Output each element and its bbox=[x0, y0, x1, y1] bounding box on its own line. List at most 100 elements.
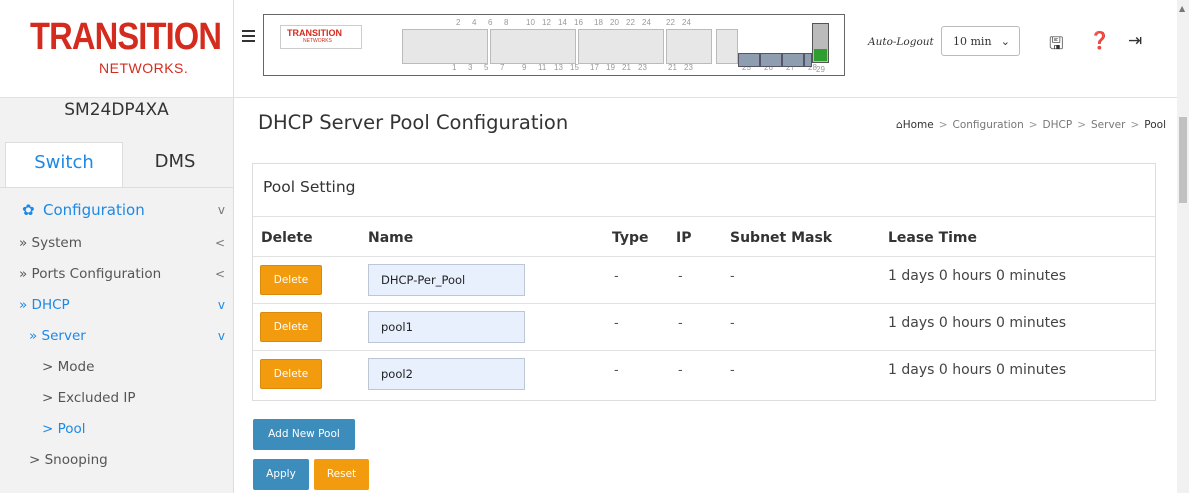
sidebar-item-server[interactable]: » Server v bbox=[0, 321, 233, 352]
sidebar-item-label: » DHCP bbox=[19, 297, 70, 313]
page-scrollbar[interactable]: ▲ bbox=[1177, 0, 1189, 493]
panel-logo-sub: NETWORKS bbox=[303, 38, 332, 44]
column-header-ip: IP bbox=[676, 230, 692, 246]
help-icon[interactable]: ❓ bbox=[1089, 31, 1110, 51]
sidebar-item-label: Configuration bbox=[43, 201, 145, 219]
delete-button[interactable]: Delete bbox=[260, 265, 322, 295]
sidebar-item-label: > Pool bbox=[42, 421, 86, 437]
port-group-1[interactable] bbox=[402, 29, 488, 64]
port-group-3[interactable] bbox=[578, 29, 664, 64]
reset-button[interactable]: Reset bbox=[314, 459, 369, 490]
chevron-down-icon: v bbox=[217, 203, 225, 217]
port-29-link-up[interactable] bbox=[812, 23, 829, 63]
add-new-pool-button[interactable]: Add New Pool bbox=[253, 419, 355, 450]
port-label: 8 bbox=[504, 18, 509, 27]
scroll-up-arrow-icon[interactable]: ▲ bbox=[1179, 4, 1185, 13]
hamburger-menu-icon[interactable] bbox=[242, 30, 255, 45]
pool-name-input[interactable]: pool1 bbox=[368, 311, 525, 343]
breadcrumb-pool: Pool bbox=[1144, 119, 1166, 131]
port-label: 9 bbox=[522, 63, 527, 72]
pool-lease-time: 1 days 0 hours 0 minutes bbox=[888, 362, 1067, 378]
breadcrumb: ⌂Home > Configuration > DHCP > Server > Pool bbox=[896, 119, 1166, 131]
logout-icon[interactable]: ⇥ bbox=[1128, 31, 1142, 51]
breadcrumb-configuration[interactable]: Configuration bbox=[953, 119, 1024, 131]
save-icon[interactable]: 🖫 bbox=[1049, 31, 1063, 60]
breadcrumb-home[interactable]: ⌂Home bbox=[896, 119, 934, 131]
pool-lease-time: 1 days 0 hours 0 minutes bbox=[888, 315, 1067, 331]
sidebar-item-label: » System bbox=[19, 235, 82, 251]
breadcrumb-server[interactable]: Server bbox=[1091, 119, 1125, 131]
port-label: 16 bbox=[574, 18, 583, 27]
port-label: 4 bbox=[472, 18, 477, 27]
port-label: 11 bbox=[538, 63, 547, 72]
logo-subtext: NETWORKS. bbox=[99, 60, 189, 76]
sfp-port-26[interactable] bbox=[760, 53, 782, 67]
tab-switch[interactable]: Switch bbox=[5, 142, 123, 188]
pool-ip: - bbox=[678, 316, 683, 331]
sfp-port-25[interactable] bbox=[738, 53, 760, 67]
port-label: 24 bbox=[642, 18, 651, 27]
chevron-down-icon: ⌄ bbox=[1000, 35, 1010, 48]
port-label: 22 bbox=[666, 18, 675, 27]
tab-dms[interactable]: DMS bbox=[122, 142, 228, 187]
delete-button[interactable]: Delete bbox=[260, 312, 322, 342]
chevron-left-icon: < bbox=[214, 267, 225, 281]
breadcrumb-dhcp[interactable]: DHCP bbox=[1043, 119, 1073, 131]
sidebar-item-ports-configuration[interactable]: » Ports Configuration < bbox=[0, 259, 233, 290]
sidebar-item-label: > Mode bbox=[42, 359, 95, 375]
sidebar-item-snooping[interactable]: > Snooping bbox=[0, 445, 233, 476]
sidebar-item-pool[interactable]: > Pool bbox=[0, 414, 233, 445]
port-group-2[interactable] bbox=[490, 29, 576, 64]
port-label: 13 bbox=[554, 63, 563, 72]
pool-type: - bbox=[614, 316, 619, 331]
logo-wordmark: TRANSITION bbox=[30, 16, 222, 58]
top-bar: TRANSITION NETWORKS 2 4 6 8 10 12 14 16 … bbox=[234, 0, 1177, 98]
switch-front-panel: TRANSITION NETWORKS 2 4 6 8 10 12 14 16 … bbox=[263, 14, 845, 76]
panel-logo-main: TRANSITION bbox=[287, 28, 342, 38]
pool-ip: - bbox=[678, 269, 683, 284]
auto-logout-label: Auto-Logout bbox=[868, 36, 934, 48]
sidebar-item-excluded-ip[interactable]: > Excluded IP bbox=[0, 383, 233, 414]
delete-button[interactable]: Delete bbox=[260, 359, 322, 389]
panel-header: Pool Setting bbox=[253, 164, 1155, 217]
table-row: Delete pool1 - - - 1 days 0 hours 0 minu… bbox=[253, 303, 1155, 351]
sidebar-item-dhcp[interactable]: » DHCP v bbox=[0, 290, 233, 321]
panel-heading: Pool Setting bbox=[263, 178, 356, 196]
port-group-5[interactable] bbox=[716, 29, 738, 64]
chevron-down-icon: v bbox=[217, 329, 225, 343]
port-label: 2 bbox=[456, 18, 461, 27]
port-label: 24 bbox=[682, 18, 691, 27]
gear-icon: ✿ bbox=[22, 201, 35, 219]
pool-lease-time: 1 days 0 hours 0 minutes bbox=[888, 268, 1067, 284]
apply-button[interactable]: Apply bbox=[253, 459, 309, 490]
sidebar-item-system[interactable]: » System < bbox=[0, 228, 233, 259]
sidebar-tabs: Switch DMS bbox=[0, 142, 233, 188]
auto-logout-select[interactable]: 10 min ⌄ bbox=[941, 26, 1020, 56]
pool-type: - bbox=[614, 363, 619, 378]
port-label: 29 bbox=[816, 65, 825, 74]
port-label: 10 bbox=[526, 18, 535, 27]
port-group-4[interactable] bbox=[666, 29, 712, 64]
sidebar-item-label: > Snooping bbox=[29, 452, 108, 468]
port-label: 17 bbox=[590, 63, 599, 72]
sidebar-item-mode[interactable]: > Mode bbox=[0, 352, 233, 383]
pool-name-input[interactable]: DHCP-Per_Pool bbox=[368, 264, 525, 296]
sidebar-item-configuration[interactable]: ✿ Configuration v bbox=[0, 188, 233, 228]
port-label: 23 bbox=[638, 63, 647, 72]
sidebar-item-label: > Excluded IP bbox=[42, 390, 136, 406]
port-label: 19 bbox=[606, 63, 615, 72]
sfp-port-27[interactable] bbox=[782, 53, 804, 67]
pool-name-input[interactable]: pool2 bbox=[368, 358, 525, 390]
scrollbar-thumb[interactable] bbox=[1179, 117, 1187, 203]
pool-setting-panel: Pool Setting Delete Name Type IP Subnet … bbox=[252, 163, 1156, 401]
port-label: 21 bbox=[622, 63, 631, 72]
port-label: 21 bbox=[668, 63, 677, 72]
brand-logo[interactable]: TRANSITION NETWORKS. bbox=[0, 0, 233, 98]
port-label: 1 bbox=[452, 63, 457, 72]
sfp-port-28[interactable] bbox=[804, 53, 812, 67]
page-title: DHCP Server Pool Configuration bbox=[258, 111, 569, 134]
column-header-name: Name bbox=[368, 230, 414, 246]
table-row: Delete pool2 - - - 1 days 0 hours 0 minu… bbox=[253, 350, 1155, 398]
port-label: 7 bbox=[500, 63, 505, 72]
port-label: 18 bbox=[594, 18, 603, 27]
